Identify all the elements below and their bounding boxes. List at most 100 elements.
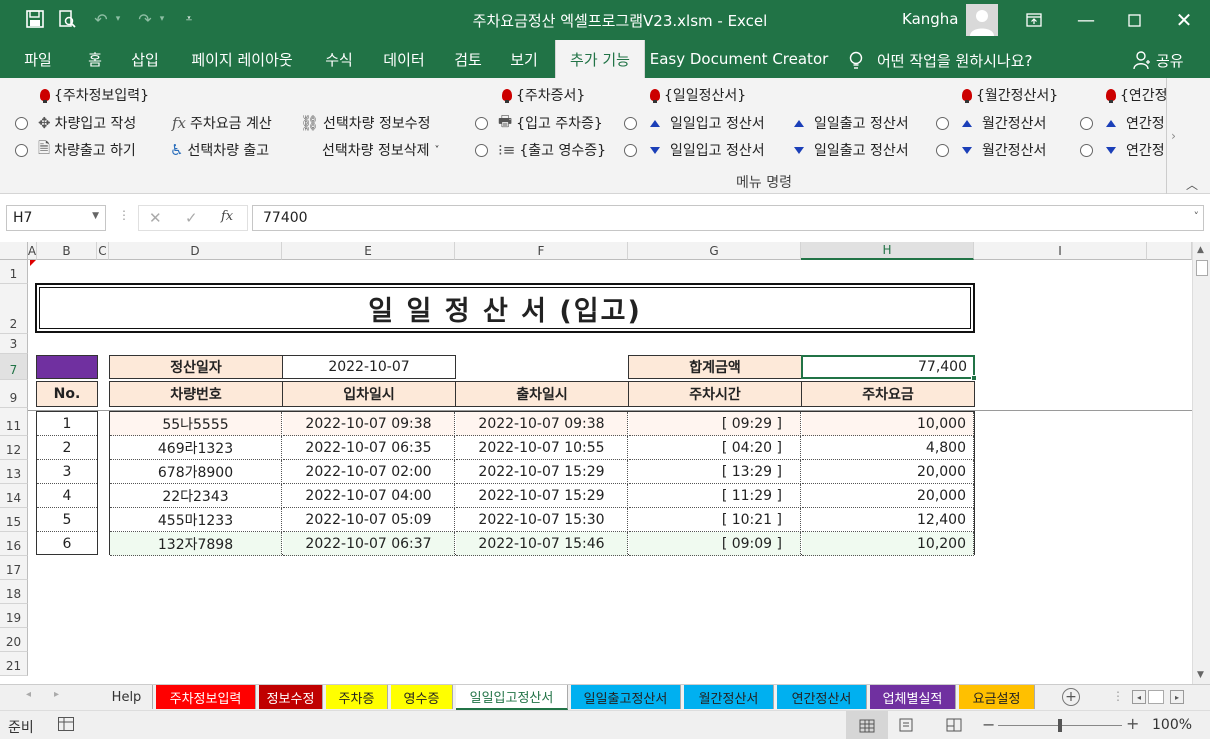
select-all-corner[interactable] [0,242,28,260]
row-header[interactable]: 9 [0,380,28,408]
customize-qat-icon[interactable]: ⩡ [180,8,198,30]
daily-out-up-button[interactable]: 일일출고 정산서 [794,112,909,134]
selected-car-delete-button[interactable]: 선택차량 정보삭제 ˅ [322,139,440,161]
cell-in-time[interactable]: 2022-10-07 04:00 [283,484,455,508]
row-header[interactable]: 2 [0,284,28,334]
share-button[interactable]: 공유 [1156,50,1184,71]
sheet-tab[interactable]: 일일출고정산서 [571,685,681,709]
cell-out-time[interactable]: 2022-10-07 09:38 [456,412,628,436]
undo-dropdown-icon[interactable]: ▾ [112,8,124,30]
row-header[interactable]: 21 [0,652,28,676]
column-header[interactable]: D [109,242,282,260]
zoom-out-icon[interactable]: − [982,715,995,734]
marker-cell[interactable] [36,355,98,379]
radio-option[interactable] [936,117,949,130]
cell-in-time[interactable]: 2022-10-07 09:38 [283,412,455,436]
cell-car-number[interactable]: 132자7898 [110,532,282,556]
sheet-tab[interactable]: 요금설정 [959,685,1035,709]
tell-me-search[interactable]: 어떤 작업을 원하시나요? [877,50,1033,71]
date-value-cell[interactable]: 2022-10-07 [282,355,456,379]
total-value-cell[interactable]: 77,400 [801,355,975,379]
scroll-thumb[interactable] [1196,260,1208,276]
tab-data[interactable]: 데이터 [372,40,436,78]
cell-out-time[interactable]: 2022-10-07 15:30 [456,508,628,532]
radio-option[interactable] [475,144,488,157]
daily-in-up-button[interactable]: 일일입고 정산서 [650,112,765,134]
sheet-tab[interactable]: 주차정보입력 [156,685,256,709]
tab-file[interactable]: 파일 [10,40,66,78]
cell-parking-fee[interactable]: 20,000 [802,484,974,508]
redo-dropdown-icon[interactable]: ▾ [156,8,168,30]
tab-scroll-left-icon[interactable]: ◂ [26,689,31,700]
car-in-button[interactable]: ✥ 차량입고 작성 [38,112,136,134]
cell-parking-time[interactable]: [ 09:29 ] [629,412,801,436]
radio-option[interactable] [624,144,637,157]
row-header[interactable]: 17 [0,556,28,580]
row-header[interactable]: 11 [0,408,28,436]
cell-no[interactable]: 3 [37,460,97,484]
sheet-tab[interactable]: Help [101,685,153,709]
daily-out-down-button[interactable]: 일일출고 정산서 [794,139,909,161]
cell-parking-time[interactable]: [ 11:29 ] [629,484,801,508]
cell-no[interactable]: 6 [37,532,97,556]
column-header[interactable]: G [628,242,801,260]
tab-easy-document-creator[interactable]: Easy Document Creator [650,40,829,78]
sheet-tab[interactable]: 연간정산서 [777,685,867,709]
column-header[interactable]: I [974,242,1147,260]
radio-option[interactable] [936,144,949,157]
cell-parking-fee[interactable]: 10,200 [802,532,974,556]
row-header[interactable]: 12 [0,436,28,460]
sheet-tab[interactable]: 일일입고정산서 [456,685,568,710]
yearly-down-button[interactable]: 연간정 [1106,139,1165,161]
expand-formula-icon[interactable]: ˅ [1194,210,1200,223]
column-header[interactable]: E [282,242,455,260]
close-button[interactable]: ✕ [1160,0,1208,40]
maximize-button[interactable] [1110,0,1158,40]
formula-input[interactable]: 77400 ˅ [252,205,1204,231]
hscroll-left-icon[interactable]: ◂ [1132,690,1146,704]
minimize-button[interactable]: — [1062,0,1110,40]
column-header-selected[interactable]: H [801,242,974,260]
cell-in-time[interactable]: 2022-10-07 05:09 [283,508,455,532]
tab-insert[interactable]: 삽입 [122,40,168,78]
row-header[interactable]: 20 [0,628,28,652]
monthly-up-button[interactable]: 월간정산서 [962,112,1046,134]
selected-car-out-button[interactable]: ♿ 선택차량 출고 [170,139,269,161]
ribbon-display-options-icon[interactable] [1010,0,1058,40]
scroll-up-icon[interactable]: ▲ [1197,245,1204,255]
cell-out-time[interactable]: 2022-10-07 10:55 [456,436,628,460]
tab-add-ins[interactable]: 추가 기능 [555,40,645,78]
vertical-scrollbar[interactable]: ▲ ▼ [1192,242,1210,684]
hscroll-right-icon[interactable]: ▸ [1170,690,1184,704]
sheet-tab[interactable]: 주차증 [326,685,388,709]
column-header[interactable] [1147,242,1192,260]
cell-parking-fee[interactable]: 20,000 [802,460,974,484]
radio-option[interactable] [475,117,488,130]
cell-car-number[interactable]: 678가8900 [110,460,282,484]
sheet-tab[interactable]: 영수증 [391,685,453,709]
chevron-down-icon[interactable]: ▼ [92,211,99,221]
avatar[interactable] [966,4,998,36]
cell-car-number[interactable]: 455마1233 [110,508,282,532]
fee-calc-button[interactable]: fx 주차요금 계산 [172,112,272,134]
page-layout-view-icon[interactable] [898,718,914,736]
cell-out-time[interactable]: 2022-10-07 15:29 [456,484,628,508]
tab-scroll-right-icon[interactable]: ▸ [54,689,59,700]
radio-option[interactable] [15,144,28,157]
zoom-slider-thumb[interactable] [1058,719,1062,732]
sheet-tab[interactable]: 정보수정 [259,685,323,709]
row-header[interactable]: 18 [0,580,28,604]
daily-in-down-button[interactable]: 일일입고 정산서 [650,139,765,161]
tab-home[interactable]: 홈 [72,40,118,78]
zoom-level[interactable]: 100% [1152,717,1192,733]
page-break-view-icon[interactable] [946,718,962,736]
cell-parking-time[interactable]: [ 09:09 ] [629,532,801,556]
radio-option[interactable] [624,117,637,130]
enter-icon[interactable]: ✓ [185,209,198,227]
zoom-in-icon[interactable]: + [1126,714,1139,733]
macro-record-icon[interactable] [58,717,74,731]
collapse-ribbon-icon[interactable]: ︿ [1186,176,1198,193]
cancel-icon[interactable]: ✕ [149,209,162,227]
cell-in-time[interactable]: 2022-10-07 02:00 [283,460,455,484]
radio-option[interactable] [1080,117,1093,130]
